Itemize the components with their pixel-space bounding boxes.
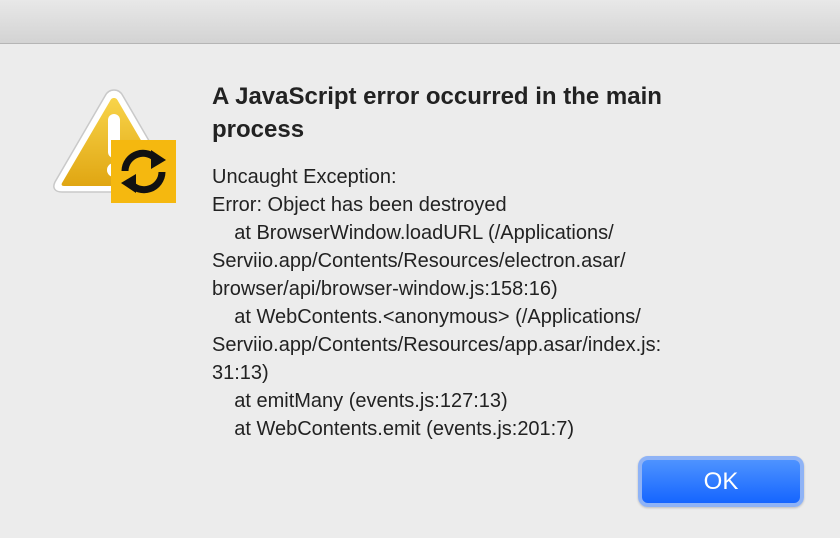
dialog-heading: A JavaScript error occurred in the main … [212,83,662,143]
ok-button[interactable]: OK [638,456,804,507]
error-message: Uncaught Exception: Error: Object has be… [212,166,662,440]
window-titlebar [0,0,840,44]
app-sync-icon [111,140,176,203]
